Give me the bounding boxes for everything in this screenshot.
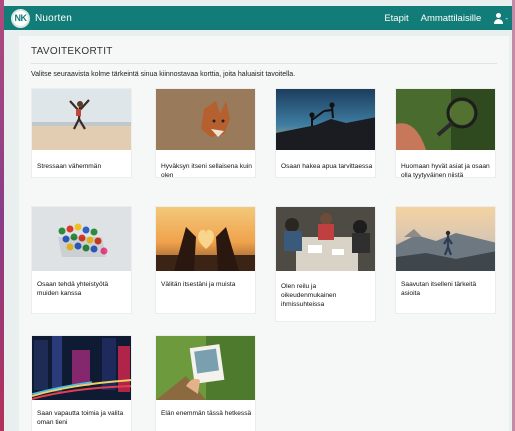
card-image-people-table [276,207,375,271]
nav-link-etapit[interactable]: Etapit [384,13,408,24]
window-edge-left [0,0,4,431]
instructions-text: Valitse seuraavista kolme tärkeintä sinu… [31,71,296,78]
brand-name[interactable]: Nuorten [35,13,72,24]
user-icon [493,12,504,24]
goal-card[interactable]: Stressaan vähemmän [31,88,132,178]
card-image-helping-hand [276,89,375,150]
card-image-fox [156,89,255,150]
title-divider [31,63,497,64]
goal-cards-panel: TAVOITEKORTIT Valitse seuraavista kolme … [19,36,509,431]
card-label: Hyväksyn itseni sellaisena kuin olen [161,163,252,179]
card-label: Huomaan hyvät asiat ja osaan olla tyytyv… [401,163,490,179]
card-label: Osaan hakea apua tarvittaessa [281,163,373,170]
goal-card[interactable]: Huomaan hyvät asiat ja osaan olla tyytyv… [395,88,496,179]
card-image-polaroid-nature [156,336,255,400]
card-label: Saan vapautta toimia ja valita oman tien… [37,410,124,426]
nav-links: Etapit Ammattilaisille - [384,12,508,24]
goal-card[interactable]: Saan vapautta toimia ja valita oman tien… [31,335,132,431]
card-image-city-night [32,336,131,400]
card-label: Elän enemmän tässä hetkessä [161,410,252,417]
goal-card[interactable]: Olen reilu ja oikeudenmukainen ihmissuht… [275,206,376,322]
user-menu[interactable]: - [493,12,508,24]
card-label: Välitän itsestäni ja muista [161,281,236,288]
card-label: Osaan tehdä yhteistyötä muiden kanssa [37,281,109,297]
nav-link-ammattilaisille[interactable]: Ammattilaisille [421,13,482,24]
goal-card[interactable]: Välitän itsestäni ja muista [155,206,256,314]
card-image-mountain-view [396,207,495,271]
page-title: TAVOITEKORTIT [31,46,113,57]
card-label: Olen reilu ja oikeudenmukainen ihmissuht… [281,283,337,308]
logo[interactable]: NK [11,8,30,28]
card-image-jumping-person [32,89,131,150]
card-image-magnifying-glass [396,89,495,150]
card-image-heart-hands-sunset [156,207,255,271]
chevron-down-icon: - [505,13,508,23]
card-label: Stressaan vähemmän [37,163,102,170]
goal-card[interactable]: Saavutan itselleni tärkeitä asioita [395,206,496,314]
goal-card[interactable]: Osaan tehdä yhteistyötä muiden kanssa [31,206,132,314]
goal-card[interactable]: Hyväksyn itseni sellaisena kuin olen [155,88,256,179]
goal-card[interactable]: Elän enemmän tässä hetkessä [155,335,256,431]
top-navbar: NK Nuorten Etapit Ammattilaisille - [4,6,512,30]
goal-card[interactable]: Osaan hakea apua tarvittaessa [275,88,376,178]
card-label: Saavutan itselleni tärkeitä asioita [401,281,477,297]
card-image-game-pieces [32,207,131,271]
